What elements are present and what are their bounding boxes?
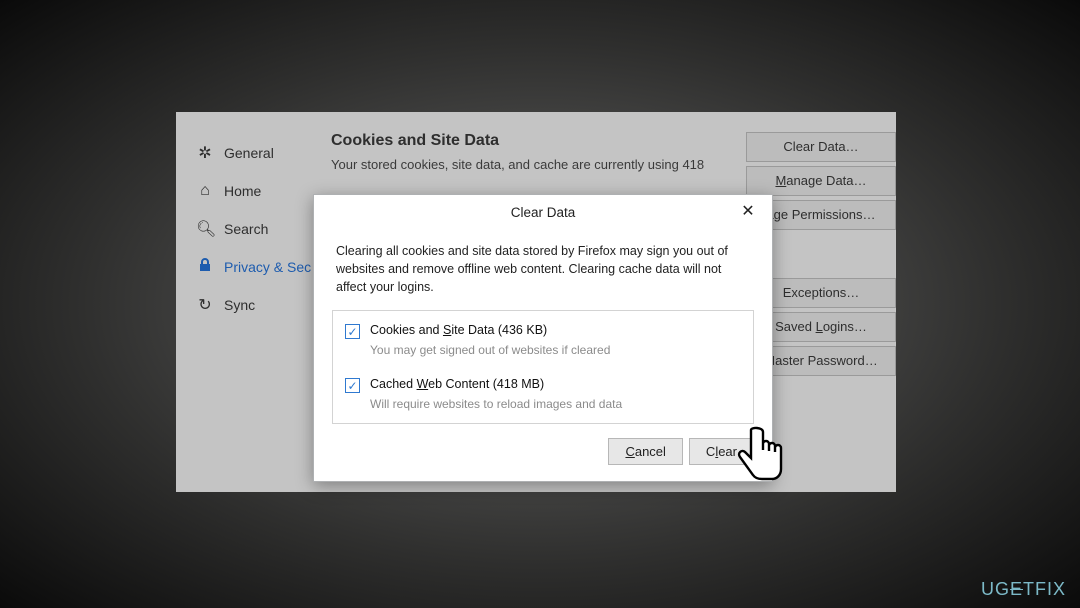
sidebar-item-sync[interactable]: ↻ Sync (196, 286, 331, 324)
sidebar-item-label: Sync (224, 297, 255, 313)
sync-icon: ↻ (196, 295, 214, 315)
watermark: UGETFIX (981, 579, 1066, 600)
settings-sidebar: ✲ General ⌂ Home 🔍︎ Search Privacy & Sec… (176, 112, 331, 492)
clear-data-dialog: Clear Data ✕ Clearing all cookies and si… (313, 194, 773, 482)
sidebar-item-label: Search (224, 221, 268, 237)
close-icon[interactable]: ✕ (738, 203, 758, 223)
option-sublabel: You may get signed out of websites if cl… (370, 343, 741, 357)
lock-icon (196, 257, 214, 278)
sidebar-item-general[interactable]: ✲ General (196, 134, 331, 172)
option-cookies[interactable]: ✓ Cookies and Site Data (436 KB) You may… (333, 313, 753, 367)
cancel-button[interactable]: Cancel (608, 438, 682, 465)
gear-icon: ✲ (196, 143, 214, 163)
home-icon: ⌂ (196, 182, 214, 200)
dialog-message: Clearing all cookies and site data store… (332, 228, 754, 310)
clear-data-button[interactable]: Clear Data… (746, 132, 896, 162)
search-icon: 🔍︎ (196, 219, 214, 239)
sidebar-item-label: Privacy & Sec (224, 259, 311, 275)
options-box: ✓ Cookies and Site Data (436 KB) You may… (332, 310, 754, 424)
sidebar-item-home[interactable]: ⌂ Home (196, 172, 331, 210)
option-sublabel: Will require websites to reload images a… (370, 397, 741, 411)
sidebar-item-search[interactable]: 🔍︎ Search (196, 210, 331, 248)
checkbox-checked-icon[interactable]: ✓ (345, 324, 360, 339)
option-cache[interactable]: ✓ Cached Web Content (418 MB) Will requi… (333, 367, 753, 421)
sidebar-item-label: Home (224, 183, 261, 199)
option-label: Cached Web Content (418 MB) (370, 377, 544, 391)
manage-data-button[interactable]: Manage Data… (746, 166, 896, 196)
checkbox-checked-icon[interactable]: ✓ (345, 378, 360, 393)
sidebar-item-label: General (224, 145, 274, 161)
section-desc: Your stored cookies, site data, and cach… (331, 156, 761, 174)
clear-button[interactable]: Clear (689, 438, 754, 465)
sidebar-item-privacy[interactable]: Privacy & Sec (196, 248, 331, 286)
dialog-title: Clear Data (511, 205, 576, 220)
option-label: Cookies and Site Data (436 KB) (370, 323, 547, 337)
